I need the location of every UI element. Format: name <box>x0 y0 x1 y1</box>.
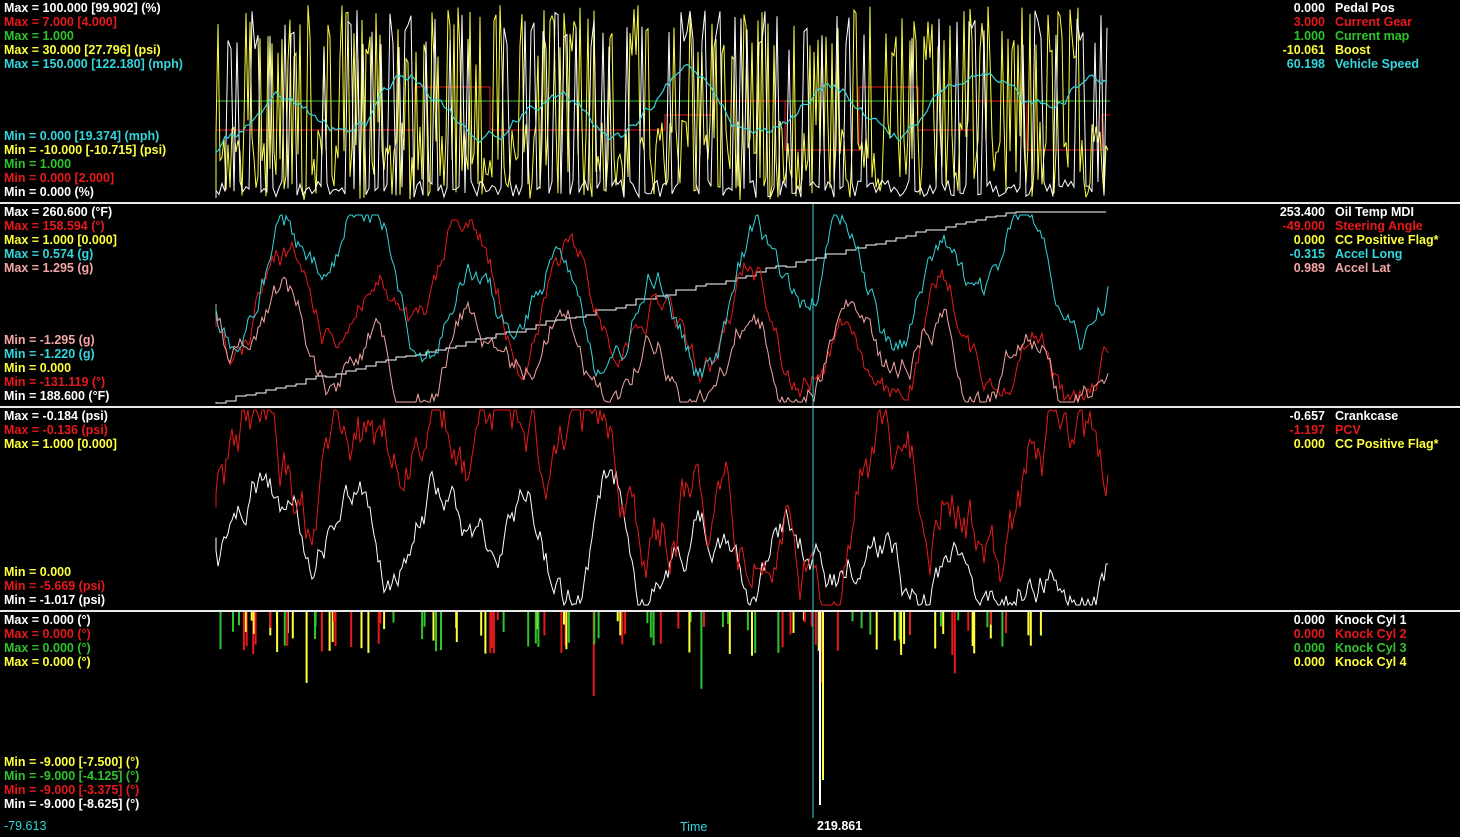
channel-name[interactable]: Crankcase <box>1335 409 1398 423</box>
p2-max-label: Max = 1.295 (g) <box>4 261 94 275</box>
channel-name[interactable]: Knock Cyl 2 <box>1335 627 1407 641</box>
p4-min-label: Min = -9.000 [-3.375] (°) <box>4 783 140 797</box>
p3-max-label: Max = -0.184 (psi) <box>4 409 108 423</box>
p1-min-label: Min = 0.000 (%) <box>4 185 94 199</box>
p2-min-label: Min = -1.220 (g) <box>4 347 95 361</box>
channel-name[interactable]: CC Positive Flag* <box>1335 233 1439 247</box>
p2-max-label: Max = 158.594 (°) <box>4 219 105 233</box>
p2-min-label: Min = -1.295 (g) <box>4 333 95 347</box>
boost-trace <box>215 5 1109 200</box>
channel-value: 3.000 <box>1293 15 1325 29</box>
p4-max-label: Max = 0.000 (°) <box>4 627 91 641</box>
p3-max-label: Max = 1.000 [0.000] <box>4 437 117 451</box>
channel-value: 0.000 <box>1293 655 1325 669</box>
channel-value: -10.061 <box>1282 43 1325 57</box>
time-axis-start: -79.613 <box>4 819 47 833</box>
channel-value: 0.000 <box>1293 233 1325 247</box>
channel-value: 0.000 <box>1293 627 1325 641</box>
p3-min-label: Min = 0.000 <box>4 565 72 579</box>
p1-min-label: Min = 0.000 [19.374] (mph) <box>4 129 160 143</box>
channel-name[interactable]: Current Gear <box>1335 15 1412 29</box>
p3-min-label: Min = -1.017 (psi) <box>4 593 106 607</box>
panel-separator[interactable] <box>0 202 1460 204</box>
panel-separator[interactable] <box>0 406 1460 408</box>
channel-value: -49.000 <box>1282 219 1325 233</box>
p1-min-label: Min = 0.000 [2.000] <box>4 171 115 185</box>
p2-min-label: Min = -131.119 (°) <box>4 375 106 389</box>
p4-min-label: Min = -9.000 [-8.625] (°) <box>4 797 140 811</box>
channel-value: 253.400 <box>1279 205 1325 219</box>
channel-name[interactable]: Vehicle Speed <box>1335 57 1419 71</box>
p2-max-label: Max = 260.600 (°F) <box>4 205 113 219</box>
steering-angle-trace <box>215 219 1109 402</box>
channel-name[interactable]: Pedal Pos <box>1335 1 1395 15</box>
p4-max-label: Max = 0.000 (°) <box>4 641 91 655</box>
channel-value: 0.000 <box>1293 1 1325 15</box>
time-axis-label: Time <box>680 820 708 834</box>
p1-max-label: Max = 100.000 [99.902] (%) <box>4 1 161 15</box>
p4-max-label: Max = 0.000 (°) <box>4 613 91 627</box>
channel-value: -1.197 <box>1289 423 1325 437</box>
channel-name[interactable]: Accel Lat <box>1335 261 1391 275</box>
p4-min-label: Min = -9.000 [-4.125] (°) <box>4 769 140 783</box>
channel-value: 60.198 <box>1286 57 1325 71</box>
channel-name[interactable]: PCV <box>1335 423 1361 437</box>
channel-name[interactable]: Knock Cyl 3 <box>1335 641 1407 655</box>
panel-separator[interactable] <box>0 610 1460 612</box>
cursor-time-value: 219.861 <box>817 819 863 833</box>
channel-name[interactable]: Steering Angle <box>1335 219 1423 233</box>
channel-name[interactable]: Knock Cyl 4 <box>1335 655 1407 669</box>
data-log-viewer: Max = 100.000 [99.902] (%) Max = 7.000 [4… <box>0 0 1460 837</box>
pcv-trace <box>215 408 1109 606</box>
channel-value: 0.000 <box>1293 437 1325 451</box>
channel-name[interactable]: Knock Cyl 1 <box>1335 613 1407 627</box>
p3-max-label: Max = -0.136 (psi) <box>4 423 108 437</box>
channel-name[interactable]: Accel Long <box>1335 247 1402 261</box>
p2-min-label: Min = 188.600 (°F) <box>4 389 110 403</box>
p1-max-label: Max = 7.000 [4.000] <box>4 15 117 29</box>
channel-value: 0.000 <box>1293 641 1325 655</box>
p1-max-label: Max = 1.000 <box>4 29 74 43</box>
channel-value: -0.657 <box>1289 409 1325 423</box>
p4-max-label: Max = 0.000 (°) <box>4 655 91 669</box>
time-axis[interactable]: -79.613 Time 219.861 <box>0 818 1460 837</box>
channel-value: 0.000 <box>1293 613 1325 627</box>
channel-value: 1.000 <box>1293 29 1325 43</box>
p1-min-label: Min = -10.000 [-10.715] (psi) <box>4 143 167 157</box>
channel-value: 0.989 <box>1293 261 1325 275</box>
channel-value: -0.315 <box>1289 247 1325 261</box>
p4-min-label: Min = -9.000 [-7.500] (°) <box>4 755 140 769</box>
channel-name[interactable]: Oil Temp MDI <box>1335 205 1414 219</box>
p1-max-label: Max = 30.000 [27.796] (psi) <box>4 43 161 57</box>
p2-min-label: Min = 0.000 <box>4 361 72 375</box>
p2-max-label: Max = 0.574 (g) <box>4 247 94 261</box>
channel-name[interactable]: Boost <box>1335 43 1370 57</box>
p3-min-label: Min = -5.669 (psi) <box>4 579 106 593</box>
p1-max-label: Max = 150.000 [122.180] (mph) <box>4 57 183 71</box>
channel-name[interactable]: CC Positive Flag* <box>1335 437 1439 451</box>
p1-min-label: Min = 1.000 <box>4 157 72 171</box>
p2-max-label: Max = 1.000 [0.000] <box>4 233 117 247</box>
channel-name[interactable]: Current map <box>1335 29 1409 43</box>
